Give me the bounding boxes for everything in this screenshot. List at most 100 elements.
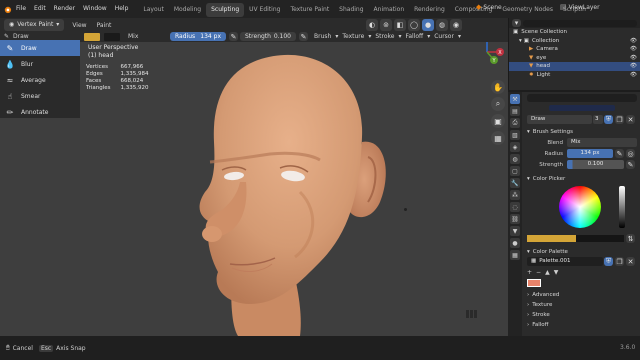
tool-draw[interactable]: ✎ Draw [0, 40, 80, 56]
solid-shading-icon[interactable]: ● [422, 19, 434, 31]
view-icon[interactable]: ◎ [626, 149, 635, 158]
strength-field[interactable]: 0.100 [567, 160, 624, 169]
strength-pressure-icon[interactable]: ✎ [299, 32, 308, 41]
menu-edit[interactable]: Edit [30, 0, 50, 18]
pressure-icon[interactable]: ✎ [615, 149, 624, 158]
overlay-icon[interactable]: ⊚ [380, 19, 392, 31]
visibility-icon[interactable]: ◐ [366, 19, 378, 31]
properties-search-input[interactable] [527, 94, 637, 102]
section-brush-settings[interactable]: ▾ Brush Settings [527, 127, 637, 137]
menu-help[interactable]: Help [111, 0, 133, 18]
section-stroke[interactable]: › Stroke [527, 310, 637, 320]
data-tab-icon[interactable]: ▼ [510, 226, 520, 236]
blend-dropdown[interactable]: Mix [567, 138, 637, 147]
move-down-icon[interactable]: ▼ [554, 269, 559, 276]
visibility-eye-icon[interactable]: 👁 [630, 62, 640, 71]
world-tab-icon[interactable]: ◍ [510, 154, 520, 164]
menu-paint[interactable]: Paint [92, 22, 117, 29]
grid-icon[interactable]: ▦ [491, 131, 505, 145]
falloff-menu[interactable]: Falloff [401, 33, 427, 40]
brush-color-swatch[interactable] [84, 32, 100, 41]
blender-logo-icon[interactable] [2, 0, 12, 18]
material-tab-icon[interactable]: ● [510, 238, 520, 248]
remove-icon[interactable]: − [536, 269, 541, 276]
mode-dropdown[interactable]: ◉ Vertex Paint ▾ [4, 19, 65, 31]
close-icon[interactable]: ✕ [626, 115, 635, 124]
section-advanced[interactable]: › Advanced [527, 290, 637, 300]
brush-selector[interactable]: ✎ Draw [4, 33, 84, 40]
tool-annotate[interactable]: ✏ Annotate [0, 104, 80, 120]
section-texture[interactable]: › Texture [527, 300, 637, 310]
render-tab-icon[interactable]: ▤ [510, 106, 520, 116]
value-slider[interactable] [619, 186, 625, 228]
cursor-menu[interactable]: Cursor [430, 33, 458, 40]
duplicate-icon[interactable]: ❐ [615, 115, 624, 124]
palette-swatch[interactable] [527, 279, 541, 287]
close-icon[interactable]: ✕ [626, 257, 635, 266]
primary-color-swatch[interactable] [527, 235, 576, 242]
radius-field[interactable]: Radius 134 px [170, 32, 226, 41]
fake-user-shield-icon[interactable]: ⛨ [604, 115, 613, 124]
outliner-item-camera[interactable]: ▶ Camera 👁 [509, 45, 640, 54]
strength-field[interactable]: Strength 0.100 [240, 32, 296, 41]
secondary-color-swatch[interactable] [575, 235, 624, 242]
navigation-gizmo[interactable]: Z X Y [468, 42, 506, 68]
viewlayer-selector[interactable]: ▤ ViewLayer [560, 3, 600, 11]
output-tab-icon[interactable]: ⎙ [510, 118, 520, 128]
filter-icon[interactable]: ▾ [512, 19, 521, 27]
menu-view[interactable]: View [67, 22, 91, 29]
visibility-eye-icon[interactable]: 👁 [630, 54, 640, 63]
visibility-eye-icon[interactable]: 👁 [630, 71, 640, 80]
outliner-item-collection[interactable]: ▾ ▣ Collection 👁 [509, 37, 640, 46]
brush-slot-field[interactable]: Draw [527, 115, 592, 124]
tab-layout[interactable]: Layout [138, 3, 168, 17]
tab-texture-paint[interactable]: Texture Paint [285, 3, 334, 17]
tool-smear[interactable]: ☝ Smear [0, 88, 80, 104]
tab-geometry-nodes[interactable]: Geometry Nodes [497, 3, 558, 17]
section-falloff[interactable]: › Falloff [527, 320, 637, 330]
pan-hand-icon[interactable]: ✋ [491, 80, 505, 94]
menu-file[interactable]: File [12, 0, 30, 18]
menu-window[interactable]: Window [79, 0, 111, 18]
brush-users-count[interactable]: 3 [593, 115, 603, 124]
menu-render[interactable]: Render [50, 0, 79, 18]
tab-modeling[interactable]: Modeling [169, 3, 206, 17]
texture-tab-icon[interactable]: ▦ [510, 250, 520, 260]
view-layer-tab-icon[interactable]: ▧ [510, 130, 520, 140]
physics-tab-icon[interactable]: ◌ [510, 202, 520, 212]
tab-animation[interactable]: Animation [369, 3, 410, 17]
texture-menu[interactable]: Texture [338, 33, 368, 40]
wireframe-shading-icon[interactable]: ◯ [408, 19, 420, 31]
constraints-tab-icon[interactable]: ⛓ [510, 214, 520, 224]
secondary-color-swatch[interactable] [104, 32, 120, 41]
outliner-item-head[interactable]: ▼ head 👁 [509, 62, 640, 71]
scene-tab-icon[interactable]: ◈ [510, 142, 520, 152]
move-up-icon[interactable]: ▲ [545, 269, 550, 276]
duplicate-icon[interactable]: ❐ [615, 257, 624, 266]
swap-colors-icon[interactable]: ⇅ [626, 234, 635, 243]
brush-menu[interactable]: Brush [310, 33, 335, 40]
visibility-eye-icon[interactable]: 👁 [630, 37, 640, 46]
xray-icon[interactable]: ◧ [394, 19, 406, 31]
palette-name-field[interactable]: ▦ Palette.001 [527, 257, 603, 266]
fake-user-shield-icon[interactable]: ⛨ [604, 257, 613, 266]
tool-tab-icon[interactable]: ⚒ [510, 94, 520, 104]
tab-rendering[interactable]: Rendering [409, 3, 450, 17]
scene-selector[interactable]: ◆ Scene [476, 3, 502, 11]
zoom-icon[interactable]: ⌕ [491, 97, 505, 111]
tab-uv-editing[interactable]: UV Editing [244, 3, 285, 17]
color-wheel[interactable] [559, 186, 601, 228]
object-tab-icon[interactable]: ▢ [510, 166, 520, 176]
tool-blur[interactable]: 💧 Blur [0, 56, 80, 72]
stroke-menu[interactable]: Stroke [371, 33, 398, 40]
tool-average[interactable]: ≈ Average [0, 72, 80, 88]
add-icon[interactable]: + [527, 269, 532, 276]
blend-dropdown[interactable]: Mix [124, 33, 170, 40]
visibility-eye-icon[interactable]: 👁 [630, 45, 640, 54]
modifier-tab-icon[interactable]: 🔧 [510, 178, 520, 188]
tab-shading[interactable]: Shading [334, 3, 368, 17]
outliner-search-input[interactable] [523, 19, 637, 27]
camera-icon[interactable]: ▣ [491, 114, 505, 128]
section-color-palette[interactable]: ▾ Color Palette [527, 247, 637, 257]
rendered-shading-icon[interactable]: ◉ [450, 19, 462, 31]
